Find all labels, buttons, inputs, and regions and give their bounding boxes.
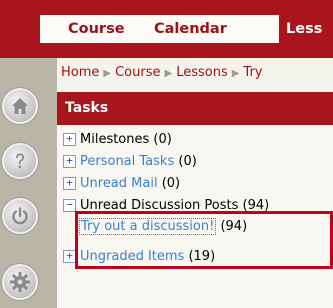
expand-toggle[interactable]: + [63,250,76,263]
expand-toggle[interactable]: + [63,155,76,168]
expand-toggle[interactable]: + [63,177,76,190]
task-link[interactable]: Unread Mail [80,176,158,191]
task-label: Milestones [80,132,150,147]
task-count: (0) [178,154,197,169]
nav-tabstrip: Course Calendar Less [40,15,333,48]
task-count: (0) [161,176,181,191]
task-count: (94) [220,219,248,234]
tasks-panel: Tasks + Milestones (0) + Personal Tasks (0… [57,92,333,308]
main-content: Home ▶ Course ▶ Lessons ▶ Try Tasks + Milestone… [57,58,333,308]
breadcrumb-try[interactable]: Try [243,65,262,80]
task-link[interactable]: Personal Tasks [80,154,174,169]
task-link[interactable]: Ungraded Items [80,249,184,264]
home-icon[interactable] [2,88,38,124]
discussion-link[interactable]: Try out a discussion! [79,218,217,235]
tasks-panel-title: Tasks [57,92,333,125]
help-icon[interactable] [2,143,38,179]
breadcrumb-separator: ▶ [231,68,240,79]
power-icon[interactable] [2,198,38,234]
task-row-unread-mail: + Unread Mail (0) [63,174,180,194]
task-row-ungraded-items: + Ungraded Items (19) [63,247,215,267]
breadcrumb-home[interactable]: Home [61,65,99,80]
task-row-personal-tasks: + Personal Tasks (0) [63,152,197,172]
tab-course[interactable]: Course [68,15,125,43]
tab-lessons[interactable]: Less [279,15,333,48]
expand-toggle[interactable]: + [63,133,76,146]
task-label: Unread Discussion Posts [80,198,239,213]
breadcrumb-lessons[interactable]: Lessons [176,65,228,80]
task-count: (0) [153,132,172,147]
breadcrumb-separator: ▶ [164,68,173,79]
task-count: (94) [242,198,270,213]
task-row-milestones: + Milestones (0) [63,130,172,150]
discussion-sub-item: Try out a discussion! (94) [79,217,247,237]
breadcrumb-course[interactable]: Course [115,65,160,80]
top-nav-bar: Course Calendar Less [0,0,333,58]
collapse-toggle[interactable]: − [63,199,76,212]
task-list: + Milestones (0) + Personal Tasks (0) + Unr… [57,125,333,308]
task-count: (19) [188,249,216,264]
breadcrumb-separator: ▶ [103,68,112,79]
settings-icon[interactable] [2,264,38,300]
breadcrumb: Home ▶ Course ▶ Lessons ▶ Try [61,64,263,83]
tab-calendar[interactable]: Calendar [154,15,227,43]
task-row-unread-discussion-posts: − Unread Discussion Posts (94) [63,196,269,216]
